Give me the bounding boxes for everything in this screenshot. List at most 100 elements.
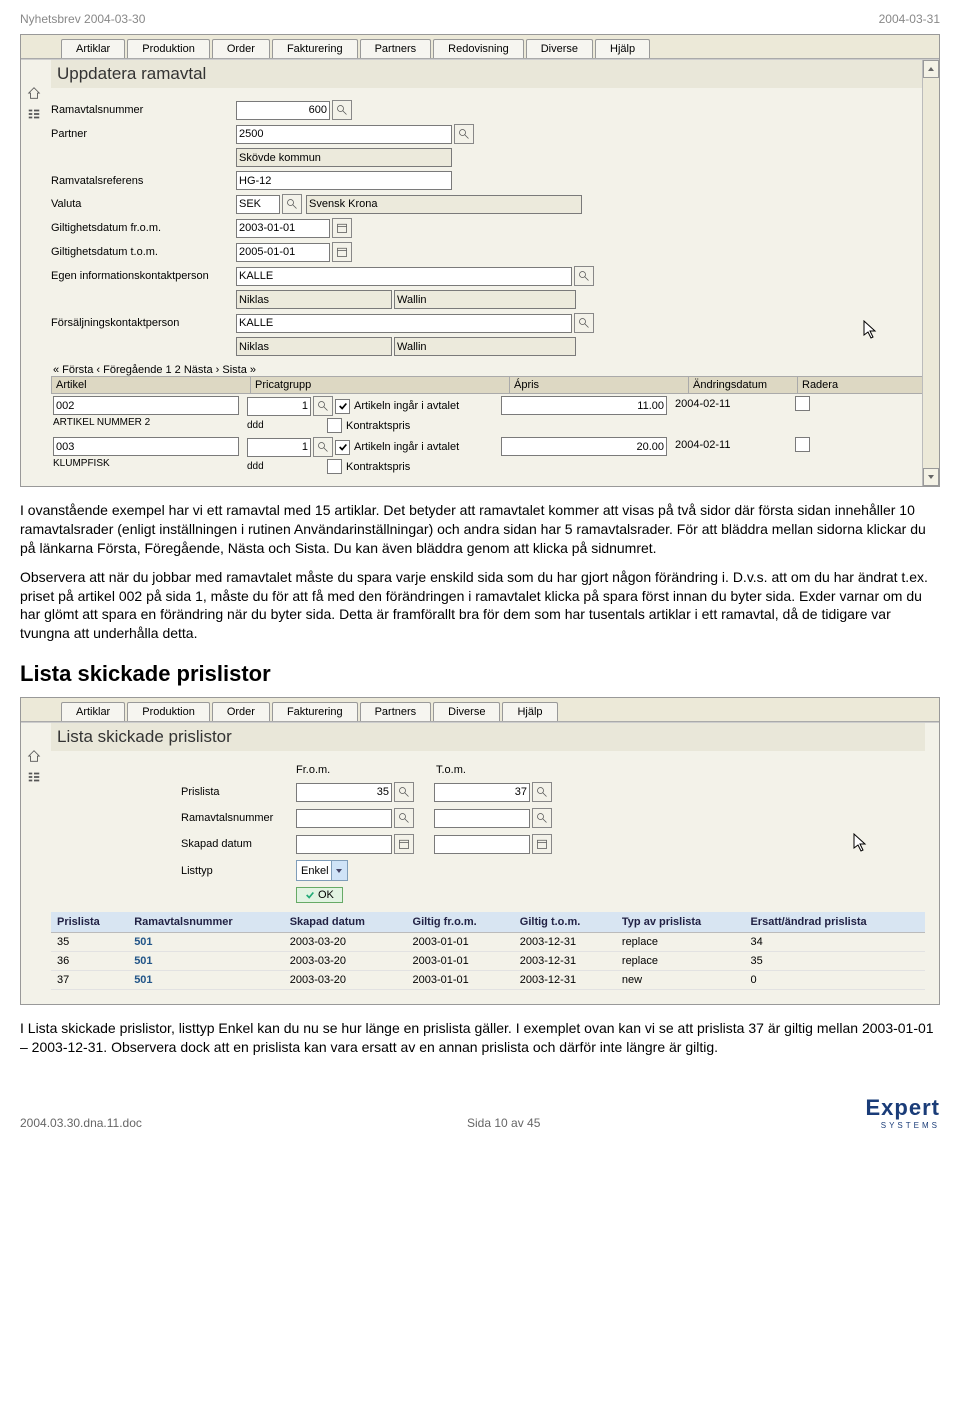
menu-bar: Artiklar Produktion Order Fakturering Pa… — [21, 35, 939, 59]
label-partner: Partner — [51, 128, 236, 140]
cell-link[interactable]: 501 — [128, 952, 284, 971]
menu-hjalp[interactable]: Hjälp — [595, 39, 650, 58]
input-prislista-from[interactable]: 35 — [296, 783, 392, 802]
chevron-down-icon[interactable] — [331, 861, 347, 880]
search-icon[interactable] — [282, 194, 302, 214]
menu-diverse[interactable]: Diverse — [433, 702, 500, 721]
list-icon[interactable] — [27, 107, 41, 124]
scroll-up-icon[interactable] — [923, 60, 939, 78]
cell-pris[interactable]: 11.00 — [501, 396, 667, 415]
menu-produktion[interactable]: Produktion — [127, 702, 210, 721]
label-kontrakt: Kontraktspris — [346, 420, 410, 432]
select-listtyp-value: Enkel — [301, 865, 329, 877]
cell-link[interactable]: 501 — [128, 933, 284, 952]
input-giltig-tom[interactable]: 2005-01-01 — [236, 243, 330, 262]
checkbox-radera[interactable] — [795, 396, 810, 411]
pager[interactable]: « Första ‹ Föregående 1 2 Nästa › Sista … — [51, 358, 925, 376]
label-ramavtalsnummer: Ramavtalsnummer — [51, 104, 236, 116]
search-icon[interactable] — [532, 808, 552, 828]
menu-artiklar[interactable]: Artiklar — [61, 702, 125, 721]
scroll-down-icon[interactable] — [923, 468, 939, 486]
th-skapad[interactable]: Skapad datum — [284, 912, 407, 933]
cell: 37 — [51, 971, 128, 990]
doc-header-left: Nyhetsbrev 2004-03-30 — [20, 12, 145, 26]
menu-partners[interactable]: Partners — [360, 39, 432, 58]
search-icon[interactable] — [532, 782, 552, 802]
input-egen-kontakt[interactable]: KALLE — [236, 267, 572, 286]
menu-redovisning[interactable]: Redovisning — [433, 39, 524, 58]
th-giltig-tom[interactable]: Giltig t.o.m. — [514, 912, 616, 933]
menu-fakturering[interactable]: Fakturering — [272, 702, 358, 721]
search-icon[interactable] — [574, 266, 594, 286]
ok-button[interactable]: OK — [296, 887, 343, 903]
input-valuta[interactable]: SEK — [236, 195, 280, 214]
menu-produktion[interactable]: Produktion — [127, 39, 210, 58]
th-prislista[interactable]: Prislista — [51, 912, 128, 933]
input-ramavtal-from[interactable] — [296, 809, 392, 828]
menu-hjalp[interactable]: Hjälp — [502, 702, 557, 721]
list-icon[interactable] — [27, 770, 41, 787]
cell: 2003-01-01 — [407, 971, 514, 990]
checkbox-kontrakt[interactable] — [327, 459, 342, 474]
search-icon[interactable] — [454, 124, 474, 144]
checkbox-radera[interactable] — [795, 437, 810, 452]
calendar-icon[interactable] — [332, 218, 352, 238]
search-icon[interactable] — [394, 808, 414, 828]
checkbox-ingar[interactable] — [335, 399, 350, 414]
calendar-icon[interactable] — [394, 834, 414, 854]
select-listtyp[interactable]: Enkel — [296, 860, 348, 881]
label-skapad-datum: Skapad datum — [181, 838, 296, 850]
input-skapad-to[interactable] — [434, 835, 530, 854]
search-icon[interactable] — [313, 396, 333, 416]
input-giltig-from[interactable]: 2003-01-01 — [236, 219, 330, 238]
scrollbar[interactable] — [922, 60, 939, 486]
menu-fakturering[interactable]: Fakturering — [272, 39, 358, 58]
cell-grupp[interactable]: 1 — [247, 438, 311, 457]
home-icon[interactable] — [27, 86, 41, 103]
cell: replace — [616, 952, 745, 971]
label-egen-kontakt: Egen informationskontaktperson — [51, 270, 236, 282]
checkbox-ingar[interactable] — [335, 440, 350, 455]
grid-row: 003 KLUMPFISK 1 Artikeln ingår i avtalet… — [51, 435, 925, 476]
page-title: Uppdatera ramavtal — [51, 60, 925, 88]
checkbox-kontrakt[interactable] — [327, 418, 342, 433]
home-icon[interactable] — [27, 749, 41, 766]
menu-order[interactable]: Order — [212, 39, 270, 58]
search-icon[interactable] — [394, 782, 414, 802]
input-forsalj-kontakt[interactable]: KALLE — [236, 314, 572, 333]
search-icon[interactable] — [574, 313, 594, 333]
cell-artikel[interactable]: 003 — [53, 437, 239, 456]
grid-row: 002 ARTIKEL NUMMER 2 1 Artikeln ingår i … — [51, 394, 925, 435]
cell: 2003-01-01 — [407, 933, 514, 952]
th-giltig-from[interactable]: Giltig fr.o.m. — [407, 912, 514, 933]
cell-grupp[interactable]: 1 — [247, 397, 311, 416]
input-prislista-to[interactable]: 37 — [434, 783, 530, 802]
th-ramavtal[interactable]: Ramavtalsnummer — [128, 912, 284, 933]
cursor-icon — [863, 320, 879, 343]
cell-link[interactable]: 501 — [128, 971, 284, 990]
input-ramavtalsnummer[interactable]: 600 — [236, 101, 330, 120]
search-icon[interactable] — [313, 437, 333, 457]
logo: Expert SYSTEMS — [866, 1095, 940, 1130]
cell-pris[interactable]: 20.00 — [501, 437, 667, 456]
th-ersatt[interactable]: Ersatt/ändrad prislista — [744, 912, 925, 933]
input-skapad-from[interactable] — [296, 835, 392, 854]
input-ramavtal-to[interactable] — [434, 809, 530, 828]
calendar-icon[interactable] — [332, 242, 352, 262]
th-typ[interactable]: Typ av prislista — [616, 912, 745, 933]
calendar-icon[interactable] — [532, 834, 552, 854]
egen-kontakt-first: Niklas — [236, 290, 392, 309]
input-partner[interactable]: 2500 — [236, 125, 452, 144]
input-referens[interactable]: HG-12 — [236, 171, 452, 190]
menu-diverse[interactable]: Diverse — [526, 39, 593, 58]
cell: 0 — [744, 971, 925, 990]
menu-artiklar[interactable]: Artiklar — [61, 39, 125, 58]
search-icon[interactable] — [332, 100, 352, 120]
cell: 35 — [51, 933, 128, 952]
menu-bar: Artiklar Produktion Order Fakturering Pa… — [21, 698, 939, 722]
menu-order[interactable]: Order — [212, 702, 270, 721]
page-title: Lista skickade prislistor — [51, 723, 925, 751]
cell-artikel[interactable]: 002 — [53, 396, 239, 415]
menu-partners[interactable]: Partners — [360, 702, 432, 721]
label-prislista: Prislista — [181, 786, 296, 798]
